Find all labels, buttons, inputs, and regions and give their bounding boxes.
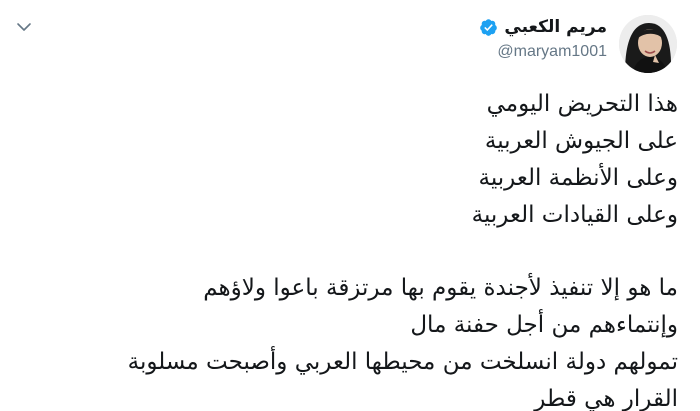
avatar-image	[619, 15, 677, 73]
avatar[interactable]	[619, 15, 677, 73]
tweet-text: هذا التحريض اليومي على الجيوش العربية وع…	[18, 86, 678, 411]
tweet-line: وعلى القيادات العربية	[471, 202, 678, 228]
tweet-line: القرار هي قطر	[534, 386, 678, 411]
author-handle[interactable]: @maryam1001	[347, 42, 607, 62]
tweet-paragraph: هذا التحريض اليومي على الجيوش العربية وع…	[18, 86, 678, 234]
tweet-line: تمولهم دولة انسلخت من محيطها العربي وأصب…	[127, 349, 678, 375]
tweet-line: هذا التحريض اليومي	[486, 91, 678, 117]
author-display-name[interactable]: مريم الكعبي	[504, 15, 607, 39]
tweet-line: وإنتماءهم من أجل حفنة مال	[410, 312, 678, 338]
tweet-line: على الجيوش العربية	[484, 128, 678, 154]
tweet-line: ما هو إلا تنفيذ لأجندة يقوم بها مرتزقة ب…	[203, 275, 678, 301]
tweet-author: مريم الكعبي @maryam1001	[347, 15, 607, 62]
tweet-card: مريم الكعبي @maryam1001 هذا التحريض اليو…	[0, 0, 700, 411]
tweet-line: وعلى الأنظمة العربية	[478, 165, 679, 191]
author-name-row: مريم الكعبي	[347, 15, 607, 39]
tweet-paragraph: ما هو إلا تنفيذ لأجندة يقوم بها مرتزقة ب…	[18, 270, 678, 411]
verified-badge-icon	[480, 18, 498, 36]
chevron-down-icon[interactable]	[16, 20, 32, 34]
